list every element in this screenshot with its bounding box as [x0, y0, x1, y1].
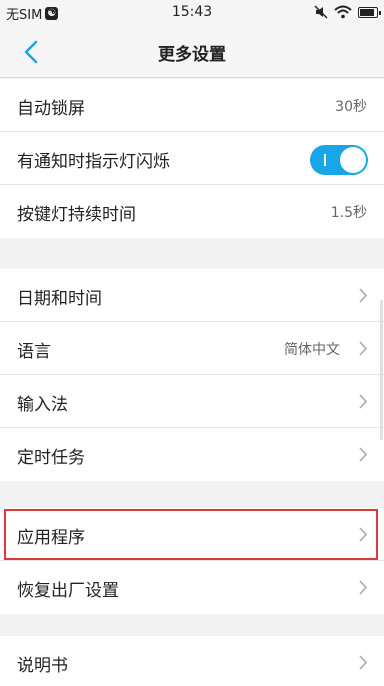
row-key-light-duration[interactable]: 按键灯持续时间 1.5秒 [0, 185, 384, 238]
chevron-right-icon [359, 394, 368, 409]
settings-group-manual: 说明书 [0, 636, 384, 686]
row-value: 30秒 [335, 99, 367, 115]
settings-group-system: 日期和时间 语言 简体中文 输入法 定时任务 [0, 269, 384, 481]
row-user-manual[interactable]: 说明书 [0, 636, 384, 686]
row-label: 有通知时指示灯闪烁 [17, 152, 170, 172]
row-value: 1.5秒 [330, 205, 367, 221]
chevron-right-icon [359, 341, 368, 356]
page-title: 更多设置 [158, 45, 226, 65]
chevron-right-icon [359, 447, 368, 462]
row-scheduled-tasks[interactable]: 定时任务 [0, 428, 384, 481]
row-label: 恢复出厂设置 [17, 581, 119, 601]
chevron-right-icon [359, 527, 368, 542]
row-notification-light: 有通知时指示灯闪烁 [0, 132, 384, 185]
chevron-right-icon [359, 288, 368, 303]
row-label: 日期和时间 [17, 289, 102, 309]
row-label: 输入法 [17, 395, 68, 415]
mute-icon [314, 5, 328, 19]
settings-group-display: 自动锁屏 30秒 有通知时指示灯闪烁 按键灯持续时间 1.5秒 [0, 79, 384, 238]
row-label: 语言 [17, 342, 51, 362]
row-date-time[interactable]: 日期和时间 [0, 269, 384, 322]
notification-light-toggle[interactable] [310, 145, 368, 175]
scrollbar[interactable] [380, 300, 383, 440]
chevron-right-icon [359, 580, 368, 595]
row-factory-reset[interactable]: 恢复出厂设置 [0, 561, 384, 614]
status-right [314, 5, 381, 19]
row-label: 按键灯持续时间 [17, 205, 136, 225]
row-applications[interactable]: 应用程序 [0, 508, 384, 561]
settings-group-apps: 应用程序 恢复出厂设置 [0, 508, 384, 614]
row-value: 简体中文 [284, 342, 340, 358]
row-label: 自动锁屏 [17, 99, 85, 119]
row-label: 说明书 [17, 656, 68, 676]
row-input-method[interactable]: 输入法 [0, 375, 384, 428]
nav-bar: 更多设置 [0, 26, 384, 78]
status-bar: 无SIM ☯ 15:43 [0, 0, 384, 26]
wifi-icon [334, 5, 352, 19]
row-label: 定时任务 [17, 448, 85, 468]
battery-fill [360, 8, 374, 16]
chevron-right-icon [359, 655, 368, 670]
toggle-on-mark [324, 154, 326, 166]
battery-icon [358, 6, 381, 18]
row-label: 应用程序 [17, 528, 85, 548]
row-auto-lock[interactable]: 自动锁屏 30秒 [0, 79, 384, 132]
toggle-knob [340, 147, 366, 173]
row-language[interactable]: 语言 简体中文 [0, 322, 384, 375]
